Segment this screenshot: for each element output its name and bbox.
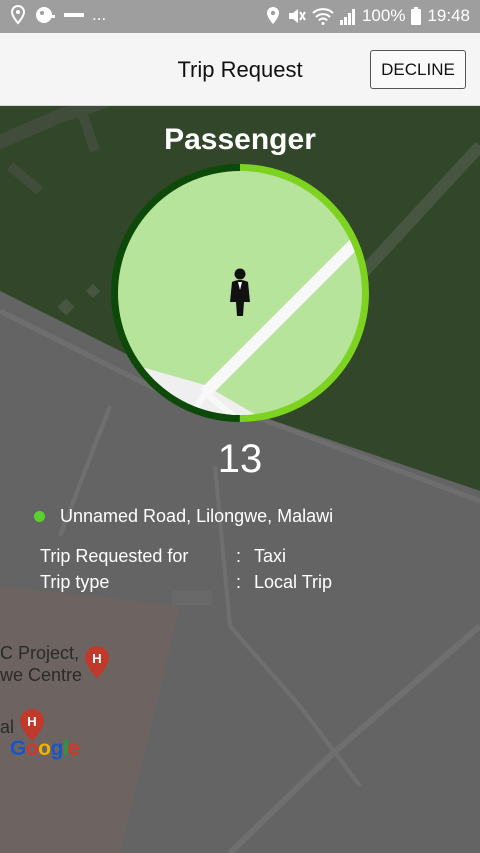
pickup-dot-icon xyxy=(34,511,45,522)
map-poi-label-2: al xyxy=(0,717,15,737)
decline-button[interactable]: DECLINE xyxy=(370,50,466,89)
pickup-address: Unnamed Road, Lilongwe, Malawi xyxy=(60,506,334,526)
countdown-timer: 13 xyxy=(217,437,263,481)
battery-percent: 100% xyxy=(361,6,406,25)
google-logo-letter: o xyxy=(38,737,51,760)
more-notifications-indicator: ... xyxy=(92,5,107,24)
map-poi-label-1b: we Centre xyxy=(0,665,83,685)
trip-requested-for-row: Trip Requested for : Taxi xyxy=(40,546,286,567)
google-logo-letter: g xyxy=(50,737,64,760)
trip-type-value: Local Trip xyxy=(254,572,333,592)
wifi-icon xyxy=(312,7,334,25)
app-notification-icon xyxy=(34,5,56,25)
separator: : xyxy=(236,546,242,566)
trip-type-row: Trip type : Local Trip xyxy=(40,572,332,593)
passenger-heading: Passenger xyxy=(164,123,316,156)
signal-icon xyxy=(339,7,356,25)
trip-requested-for-value: Taxi xyxy=(254,546,287,566)
svg-text:H: H xyxy=(27,714,36,729)
location-icon xyxy=(266,6,280,26)
request-timer-ring xyxy=(110,163,370,423)
google-logo-letter: e xyxy=(68,737,80,760)
svg-text:H: H xyxy=(92,651,101,666)
trip-type-label: Trip type xyxy=(40,572,110,592)
map-poi-label-1: C Project, xyxy=(0,643,80,663)
separator: : xyxy=(236,572,242,592)
google-attribution-logo: Google xyxy=(10,737,80,761)
status-bar: ... 100% 19:48 xyxy=(0,0,480,33)
battery-icon xyxy=(411,7,422,25)
message-notification-icon xyxy=(64,10,84,20)
mute-icon xyxy=(286,6,306,26)
hospital-pin-icon[interactable]: H xyxy=(84,645,110,679)
google-logo-letter: o xyxy=(25,737,39,760)
google-logo-letter: G xyxy=(10,737,26,760)
location-notification-icon xyxy=(10,5,26,25)
clock: 19:48 xyxy=(427,6,470,25)
trip-requested-for-label: Trip Requested for xyxy=(40,546,189,566)
app-bar: Trip Request DECLINE xyxy=(0,33,480,106)
pickup-address-row: Unnamed Road, Lilongwe, Malawi xyxy=(34,506,333,527)
